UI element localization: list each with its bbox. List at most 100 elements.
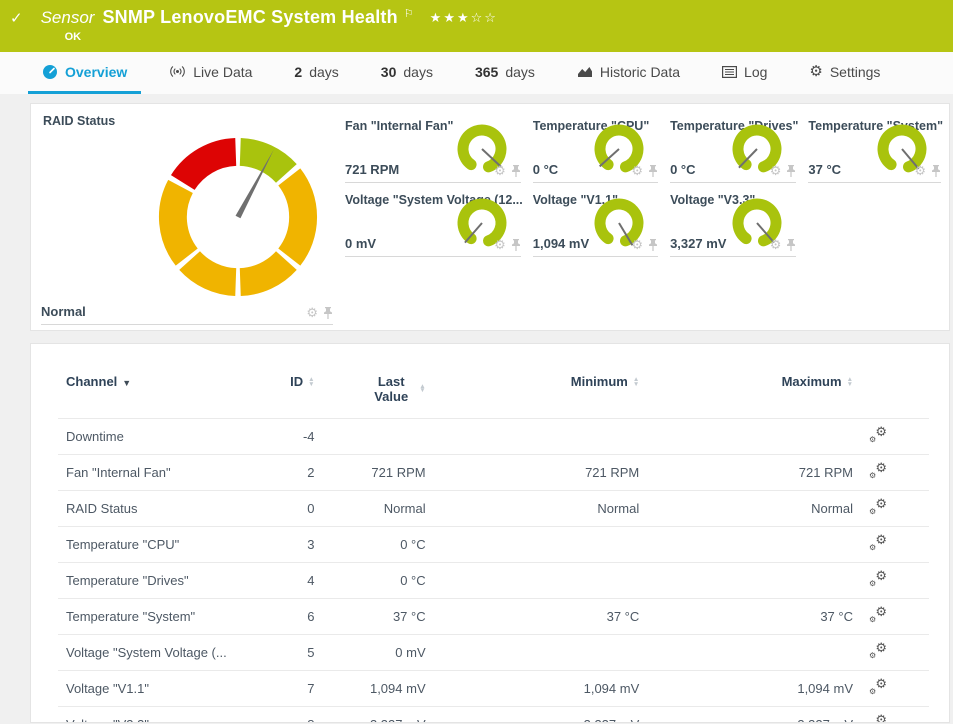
table-row: Downtime-4⚙⚙ (58, 419, 929, 455)
gear-icon[interactable]: ⚙ (770, 166, 782, 176)
tab-days[interactable]: 365days (461, 52, 549, 94)
tab-overview[interactable]: Overview (28, 52, 141, 94)
tab-historic-data[interactable]: Historic Data (563, 52, 694, 94)
column-header-last[interactable]: Last Value▲▼ (323, 360, 434, 419)
channel-settings-icon[interactable]: ⚙⚙ (869, 463, 887, 479)
pin-icon[interactable] (786, 165, 796, 177)
gear-icon[interactable]: ⚙ (631, 166, 643, 176)
column-header-ch[interactable]: Channel▼ (58, 360, 261, 419)
cell-max (647, 563, 861, 599)
gauge-actions: ⚙ (494, 239, 521, 251)
gear-icon[interactable]: ⚙ (770, 240, 782, 250)
cell-last (323, 419, 434, 455)
channel-table-panel: Channel▼ID▲▼Last Value▲▼Minimum▲▼Maximum… (30, 343, 950, 723)
cell-min: 721 RPM (434, 455, 648, 491)
cell-min (434, 527, 648, 563)
channel-settings-icon[interactable]: ⚙⚙ (869, 535, 887, 551)
channel-settings-icon[interactable]: ⚙⚙ (869, 679, 887, 695)
gear-icon[interactable]: ⚙ (494, 166, 506, 176)
pin-icon[interactable] (511, 165, 521, 177)
channel-gauge-cell: Voltage "V3.3"3,327 mV⚙ (670, 186, 798, 260)
tab-live-data[interactable]: Live Data (155, 52, 266, 94)
cell-last: 0 °C (323, 563, 434, 599)
log-icon (722, 66, 737, 78)
channel-settings-icon[interactable]: ⚙⚙ (869, 571, 887, 587)
priority-stars[interactable]: ★★★☆☆ (430, 10, 498, 26)
column-header-min[interactable]: Minimum▲▼ (434, 360, 648, 419)
tab-label: Historic Data (600, 64, 680, 80)
cell-max: Normal (647, 491, 861, 527)
tab-label: days (505, 64, 535, 80)
star-empty-icon[interactable]: ☆ (484, 10, 498, 25)
cell-ch[interactable]: Fan "Internal Fan" (58, 455, 261, 491)
sort-toggle-icon[interactable]: ▲▼ (633, 378, 639, 387)
sort-toggle-icon[interactable]: ▲▼ (847, 378, 853, 387)
star-filled-icon[interactable]: ★ (457, 10, 471, 25)
cell-actions: ⚙⚙ (861, 527, 929, 563)
cell-max (647, 419, 861, 455)
cell-ch[interactable]: Voltage "V3.3" (58, 707, 261, 724)
pin-icon[interactable] (931, 165, 941, 177)
pin-icon[interactable] (786, 239, 796, 251)
gauge-actions: ⚙ (631, 165, 658, 177)
cell-id: 3 (261, 527, 323, 563)
cell-max: 721 RPM (647, 455, 861, 491)
sort-toggle-icon[interactable]: ▲▼ (308, 378, 314, 387)
star-filled-icon[interactable]: ★ (430, 10, 444, 25)
tab-label: Log (744, 64, 767, 80)
cell-actions: ⚙⚙ (861, 707, 929, 724)
cell-min (434, 635, 648, 671)
cell-id: 2 (261, 455, 323, 491)
raid-gauge-actions: ⚙ (306, 307, 333, 319)
channel-settings-icon[interactable]: ⚙⚙ (869, 499, 887, 515)
column-header-max[interactable]: Maximum▲▼ (647, 360, 861, 419)
channel-settings-icon[interactable]: ⚙⚙ (869, 427, 887, 443)
sort-toggle-icon[interactable]: ▲▼ (419, 385, 425, 394)
star-empty-icon[interactable]: ☆ (471, 10, 485, 25)
tab-settings[interactable]: ⚙Settings (795, 52, 894, 94)
flag-icon[interactable]: ⚐ (404, 7, 414, 20)
gauges-panel: RAID Status Normal ⚙ Fan "Internal Fan"7… (30, 103, 950, 331)
cell-ch[interactable]: Temperature "CPU" (58, 527, 261, 563)
gear-icon[interactable]: ⚙ (914, 166, 926, 176)
column-header-act (861, 360, 929, 419)
raid-status-gauge-cell: RAID Status Normal ⚙ (31, 104, 337, 330)
gear-icon[interactable]: ⚙ (631, 240, 643, 250)
gauge-value: 3,327 mV (670, 236, 726, 251)
cell-ch[interactable]: Voltage "V1.1" (58, 671, 261, 707)
gear-icon[interactable]: ⚙ (306, 308, 318, 318)
object-kind-label: Sensor (41, 8, 95, 28)
cell-ch[interactable]: Temperature "System" (58, 599, 261, 635)
channel-settings-icon[interactable]: ⚙⚙ (869, 607, 887, 623)
cell-ch[interactable]: Temperature "Drives" (58, 563, 261, 599)
pin-icon[interactable] (511, 239, 521, 251)
tab-label: Overview (65, 64, 127, 80)
gauge-value: 0 °C (533, 162, 558, 177)
channel-gauge-cell: Temperature "Drives"0 °C⚙ (670, 112, 798, 186)
cell-ch[interactable]: RAID Status (58, 491, 261, 527)
table-row: Voltage "System Voltage (...50 mV⚙⚙ (58, 635, 929, 671)
gauge-value: 0 mV (345, 236, 376, 251)
tab-days[interactable]: 2days (280, 52, 352, 94)
cell-last: 0 °C (323, 527, 434, 563)
cell-max: 3,327 mV (647, 707, 861, 724)
pin-icon[interactable] (648, 239, 658, 251)
channel-settings-icon[interactable]: ⚙⚙ (869, 715, 887, 723)
raid-gauge-segment (240, 261, 286, 283)
tab-days[interactable]: 30days (367, 52, 447, 94)
channel-settings-icon[interactable]: ⚙⚙ (869, 643, 887, 659)
cell-last: Normal (323, 491, 434, 527)
tab-label: Live Data (193, 64, 252, 80)
pin-icon[interactable] (323, 307, 333, 319)
column-header-id[interactable]: ID▲▼ (261, 360, 323, 419)
channel-gauge-cell: Fan "Internal Fan"721 RPM⚙ (345, 112, 523, 186)
cell-min: Normal (434, 491, 648, 527)
pin-icon[interactable] (648, 165, 658, 177)
cell-ch[interactable]: Downtime (58, 419, 261, 455)
raid-gauge-segment (190, 261, 236, 283)
star-filled-icon[interactable]: ★ (443, 10, 457, 25)
gear-icon[interactable]: ⚙ (494, 240, 506, 250)
cell-ch[interactable]: Voltage "System Voltage (... (58, 635, 261, 671)
sort-desc-icon[interactable]: ▼ (122, 378, 131, 388)
tab-log[interactable]: Log (708, 52, 781, 94)
